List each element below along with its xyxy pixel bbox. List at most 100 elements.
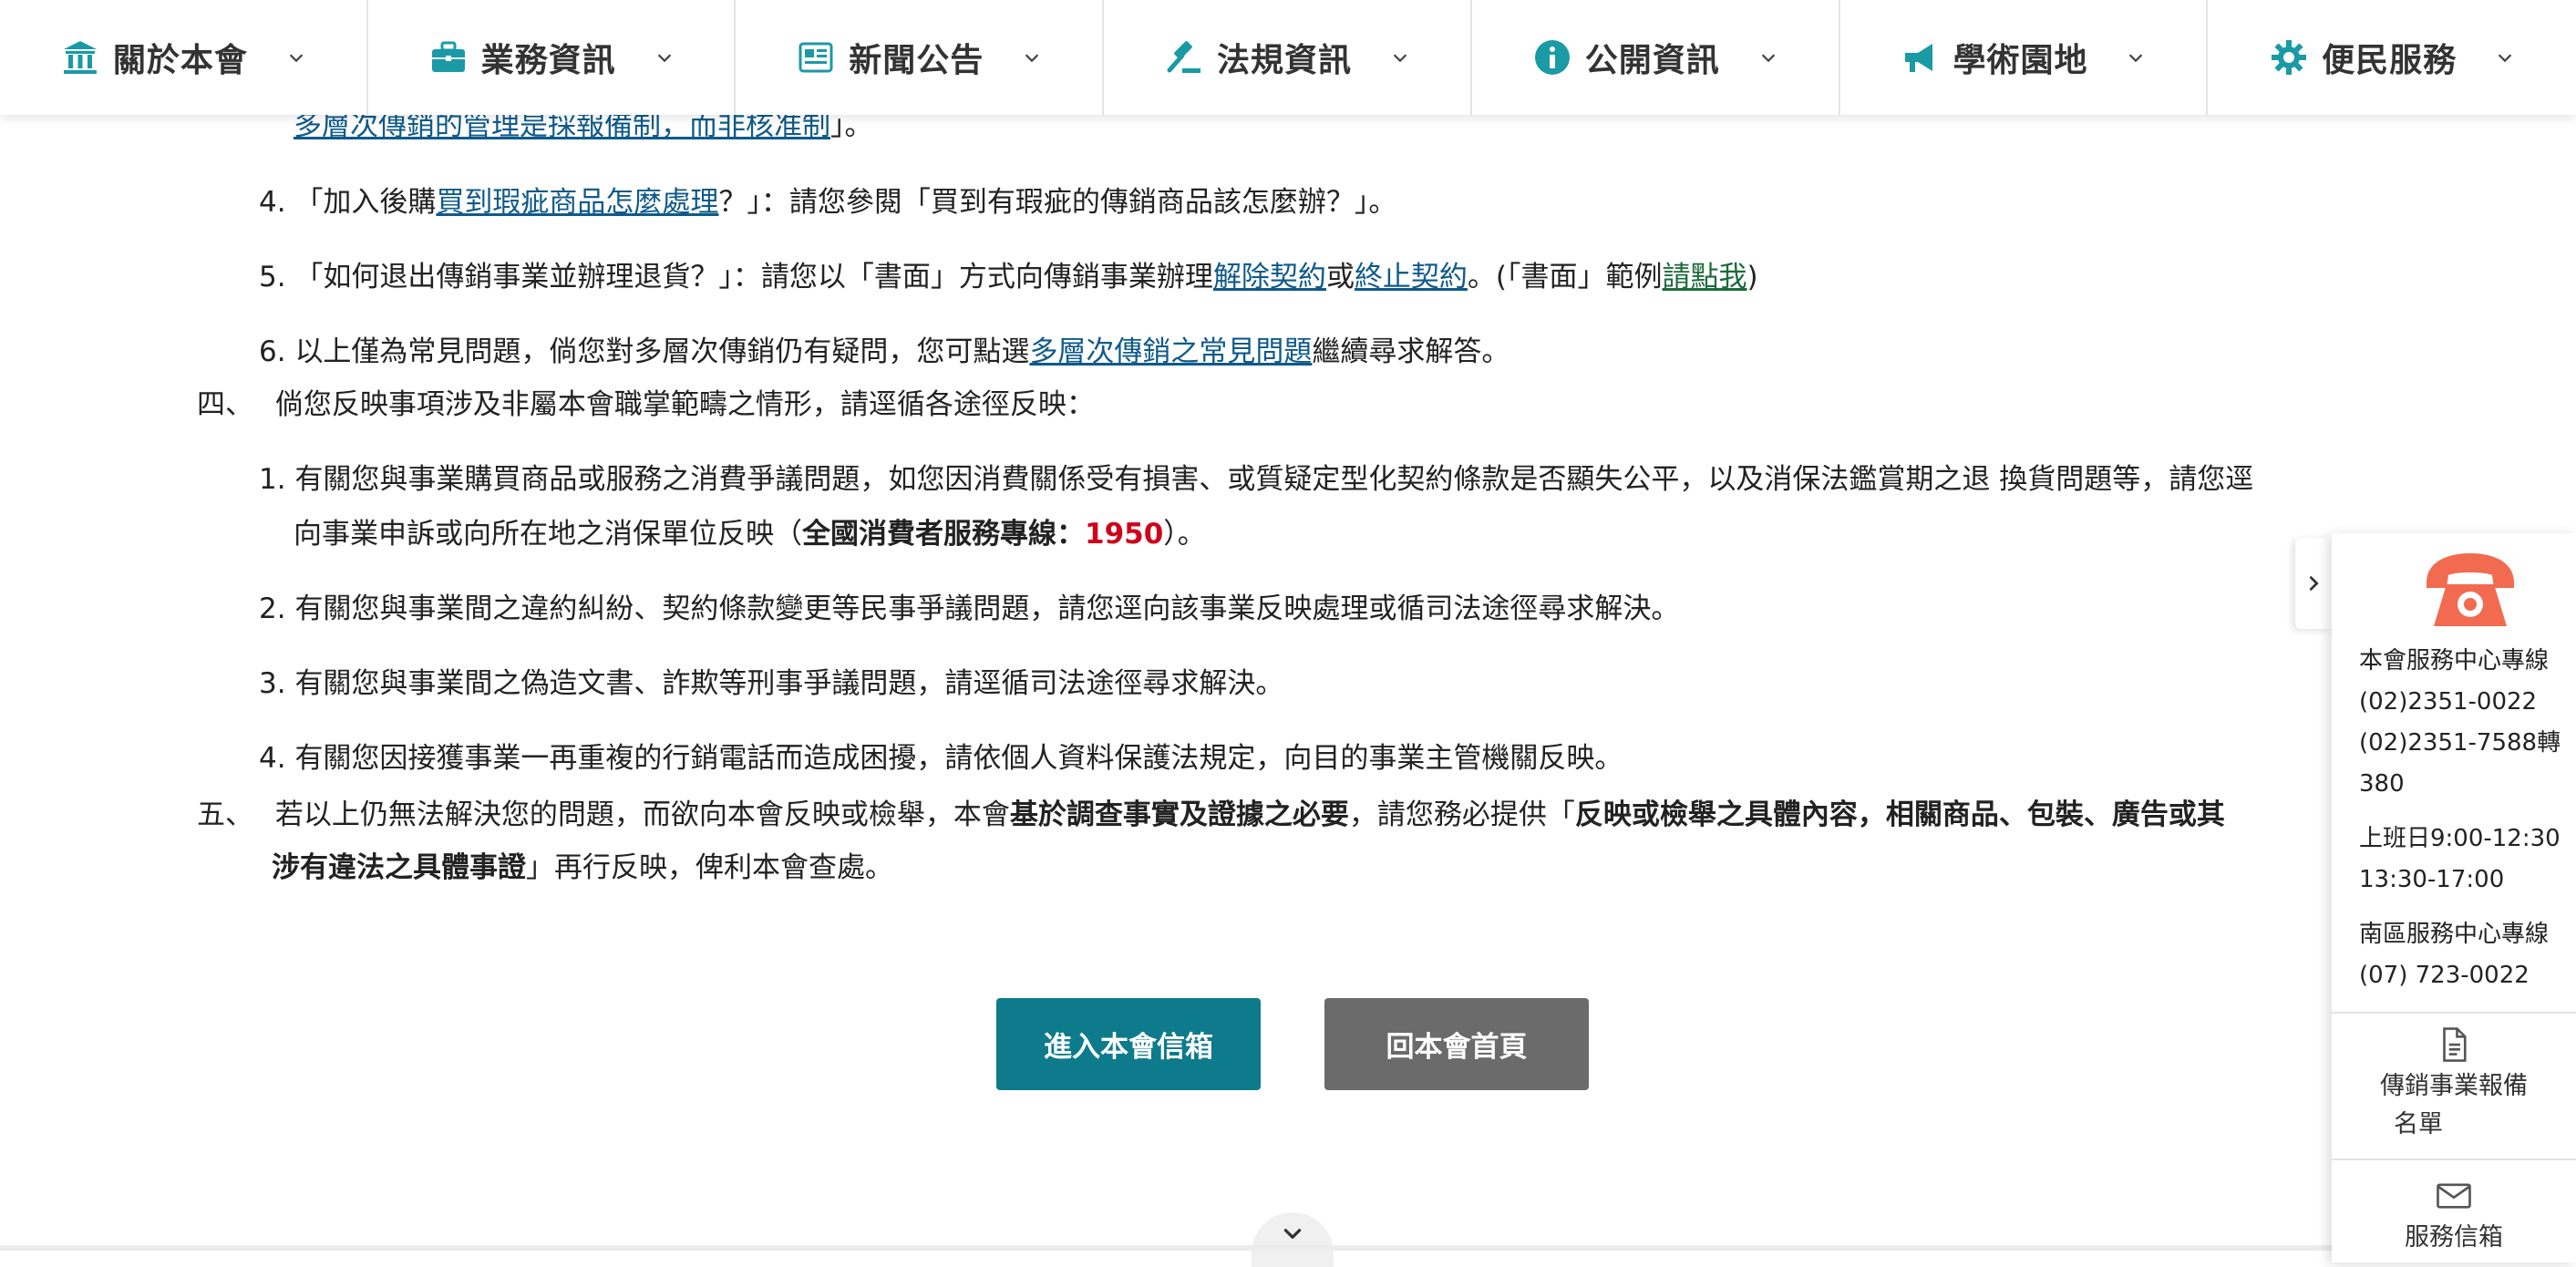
main-content: 多層次傳銷的管理是採報備制，而非核准制」。 4. 「加入後購買到瑕疵商品怎麼處理… — [0, 0, 2576, 1267]
chevron-down-icon — [1022, 47, 1042, 67]
section-text-tail: 」再行反映，俾利本會查處。 — [526, 851, 893, 884]
back-home-button[interactable]: 回本會首頁 — [1324, 998, 1589, 1090]
item-text-tail: ）。 — [1163, 518, 1206, 551]
item-text: 有關您與事業購買商品或服務之消費爭議問題，如您因消費關係受有損害、或質疑定型化契… — [294, 463, 2254, 496]
mlm-registry-label-2: 名單 — [2394, 1110, 2443, 1138]
section-5-line-2: 涉有違法之具體事證」再行反映，俾利本會查處。 — [272, 850, 893, 886]
document-icon — [2443, 1027, 2467, 1062]
item-text: 有關您與事業間之偽造文書、詐欺等刑事爭議問題，請逕循司法途徑尋求解決。 — [294, 667, 1284, 700]
item-text-tail: ) — [1747, 261, 1758, 294]
section-bold-text-3: 涉有違法之具體事證 — [272, 851, 526, 884]
gavel-icon — [1164, 37, 1204, 77]
section-bold-text: 基於調查事實及證據之必要 — [1009, 798, 1349, 831]
contact-side-panel: 本會服務中心專線 (02)2351-0022 (02)2351-7588轉 38… — [2332, 533, 2576, 1262]
chevron-down-icon — [1758, 47, 1778, 67]
nav-label: 業務資訊 — [480, 42, 616, 79]
south-center-label: 南區服務中心專線 — [2359, 921, 2550, 948]
envelope-icon — [2437, 1183, 2471, 1209]
rescind-contract-link[interactable]: 解除契約 — [1213, 261, 1326, 294]
chevron-down-icon — [1390, 47, 1410, 67]
chevron-down-icon — [286, 47, 306, 67]
service-phone-1[interactable]: (02)2351-0022 — [2359, 682, 2537, 723]
newspaper-icon — [796, 37, 836, 77]
briefcase-icon — [428, 37, 469, 77]
item-number: 4. — [259, 186, 286, 219]
side-panel-toggle[interactable] — [2295, 538, 2332, 629]
section-4-item-3: 3. 有關您與事業間之偽造文書、詐欺等刑事爭議問題，請逕循司法途徑尋求解決。 — [259, 665, 1283, 702]
chevron-down-icon — [2495, 47, 2515, 67]
nav-item-news[interactable]: 新聞公告 — [736, 0, 1105, 115]
section-4-item-2: 2. 有關您與事業間之違約糾紛、契約條款變更等民事爭議問題，請您逕向該事業反映處… — [259, 591, 1679, 627]
item-text: 向事業申訴或向所在地之消保單位反映（ — [294, 518, 802, 551]
section-text: 倘您反映事項涉及非屬本會職掌範疇之情形，請逕循各途徑反映： — [274, 388, 1095, 421]
item-text: 以上僅為常見問題，倘您對多層次傳銷仍有疑問，您可點選 — [294, 335, 1030, 368]
side-divider — [2332, 1012, 2576, 1014]
bank-icon — [60, 37, 100, 77]
faq-item-6: 6. 以上僅為常見問題，倘您對多層次傳銷仍有疑問，您可點選多層次傳銷之常見問題繼… — [259, 334, 1510, 370]
gear-icon — [2269, 37, 2309, 77]
faq-item-4: 4. 「加入後購買到瑕疵商品怎麼處理？」：請您參閱「買到有瑕疵的傳銷商品該怎麼辦… — [259, 184, 1396, 221]
nav-label: 關於本會 — [112, 42, 248, 79]
nav-label: 公開資訊 — [1584, 42, 1720, 79]
chevron-down-icon — [1283, 1229, 1302, 1239]
item-text: 「加入後購 — [294, 186, 437, 219]
nav-label: 學術園地 — [1953, 42, 2088, 79]
defective-product-link[interactable]: 買到瑕疵商品怎麼處理 — [436, 186, 718, 219]
info-icon — [1532, 37, 1572, 77]
section-4-item-4: 4. 有關您因接獲事業一再重複的行銷電話而造成困擾，請依個人資料保護法規定，向目… — [259, 740, 1623, 777]
section-text: 若以上仍無法解決您的問題，而欲向本會反映或檢舉，本會 — [274, 798, 1010, 831]
nav-item-business[interactable]: 業務資訊 — [368, 0, 737, 115]
item-number: 2. — [259, 592, 286, 625]
nav-label: 法規資訊 — [1217, 42, 1353, 79]
hotline-label: 全國消費者服務專線 — [802, 518, 1056, 551]
section-number: 五、 — [197, 798, 253, 831]
item-number: 5. — [259, 261, 286, 294]
mlm-faq-link[interactable]: 多層次傳銷之常見問題 — [1029, 335, 1312, 368]
mlm-registry-link[interactable]: 傳銷事業報備 名單 — [2332, 1025, 2576, 1144]
chevron-down-icon — [654, 47, 675, 67]
section-number: 四、 — [197, 388, 253, 421]
item-text: 有關您因接獲事業一再重複的行銷電話而造成困擾，請依個人資料保護法規定，向目的事業… — [294, 742, 1623, 775]
section-5-heading: 五、 若以上仍無法解決您的問題，而欲向本會反映或檢舉，本會基於調查事實及證據之必… — [197, 797, 2330, 833]
service-mailbox-link[interactable]: 服務信箱 — [2332, 1177, 2576, 1257]
item-text-tail: ？」：請您參閱「買到有瑕疵的傳銷商品該怎麼辦？」。 — [718, 186, 1397, 219]
bottom-divider — [0, 1245, 2576, 1251]
nav-item-services[interactable]: 便民服務 — [2208, 0, 2576, 115]
item-text-or: 或 — [1325, 261, 1355, 294]
service-phone-2-ext: 380 — [2359, 770, 2405, 798]
hotline-number: 1950 — [1085, 518, 1164, 551]
side-divider — [2332, 1159, 2576, 1160]
item-number: 3. — [259, 667, 286, 700]
item-number: 6. — [259, 335, 286, 368]
nav-item-about[interactable]: 關於本會 — [0, 0, 368, 115]
service-mailbox-label: 服務信箱 — [2405, 1223, 2503, 1252]
south-center-phone[interactable]: (07) 723-0022 — [2359, 955, 2530, 996]
enter-mailbox-button[interactable]: 進入本會信箱 — [996, 998, 1261, 1090]
nav-item-regulations[interactable]: 法規資訊 — [1104, 0, 1472, 115]
click-me-link[interactable]: 請點我 — [1663, 261, 1747, 294]
chevron-right-icon — [2309, 576, 2319, 591]
service-center-label: 本會服務中心專線 — [2359, 647, 2550, 675]
hotline-colon: ： — [1056, 518, 1085, 551]
nav-item-academic[interactable]: 學術園地 — [1840, 0, 2209, 115]
megaphone-icon — [1900, 37, 1940, 77]
nav-item-public-info[interactable]: 公開資訊 — [1472, 0, 1840, 115]
service-phone-2[interactable]: (02)2351-7588轉 — [2359, 723, 2561, 764]
terminate-contract-link[interactable]: 終止契約 — [1355, 261, 1468, 294]
item-text-example: 。(「書面」範例 — [1467, 261, 1663, 294]
item-text-tail: 繼續尋求解答。 — [1312, 335, 1510, 368]
section-text-mid: ，請您務必提供「 — [1348, 798, 1575, 831]
item-text: 有關您與事業間之違約糾紛、契約條款變更等民事爭議問題，請您逕向該事業反映處理或循… — [294, 592, 1680, 625]
item-text: 「如何退出傳銷事業並辦理退貨？」：請您以「書面」方式向傳銷事業辦理 — [294, 261, 1213, 294]
nav-label: 便民服務 — [2322, 42, 2458, 79]
phone-icon — [2427, 553, 2514, 626]
section-4-item-1-line-2: 向事業申訴或向所在地之消保單位反映（全國消費者服務專線：1950）。 — [294, 516, 1206, 552]
chevron-down-icon — [2126, 47, 2146, 67]
section-4-item-1: 1. 有關您與事業購買商品或服務之消費爭議問題，如您因消費關係受有損害、或質疑定… — [259, 461, 2253, 498]
scroll-down-button[interactable] — [1252, 1212, 1334, 1267]
faq-item-5: 5. 「如何退出傳銷事業並辦理退貨？」：請您以「書面」方式向傳銷事業辦理解除契約… — [259, 259, 1758, 295]
item-number: 4. — [259, 742, 286, 775]
section-4-heading: 四、 倘您反映事項涉及非屬本會職掌範疇之情形，請逕循各途徑反映： — [197, 386, 1095, 423]
item-number: 1. — [259, 463, 286, 496]
mlm-registry-label-1: 傳銷事業報備 — [2380, 1072, 2528, 1100]
